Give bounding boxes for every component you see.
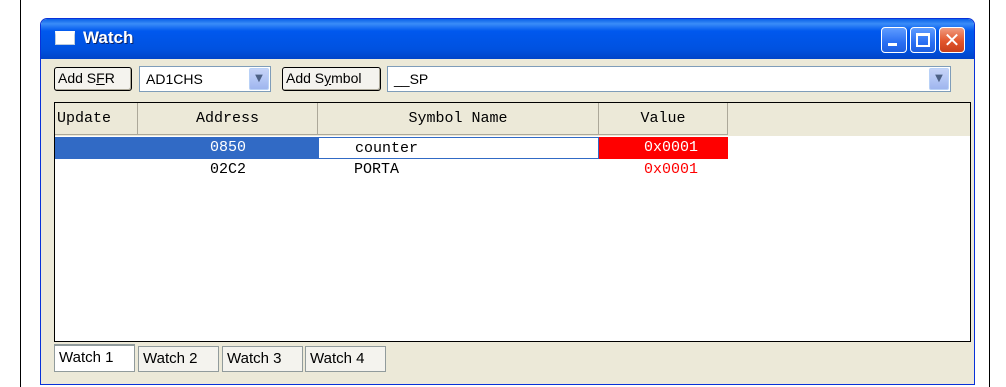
table-row[interactable]: 02C2 PORTA 0x0001	[55, 159, 970, 181]
update-cell	[55, 159, 138, 181]
tab-watch-2[interactable]: Watch 2	[138, 346, 219, 372]
sfr-select[interactable]: AD1CHS ▼	[139, 66, 271, 92]
tab-watch-3[interactable]: Watch 3	[222, 346, 303, 372]
grid-header: Update Address Symbol Name Value	[55, 103, 970, 136]
watch-toolbar: Add SFR AD1CHS ▼ Add Symbol __SP ▼	[41, 59, 974, 101]
add-symbol-label: Add S	[286, 70, 325, 86]
value-cell[interactable]: 0x0001	[599, 159, 728, 181]
tab-watch-1[interactable]: Watch 1	[54, 344, 135, 372]
add-symbol-label-end: mbol	[331, 70, 362, 86]
value-cell[interactable]: 0x0001	[599, 137, 728, 159]
maximize-icon	[916, 33, 930, 47]
window-icon	[55, 31, 75, 45]
watch-grid: Update Address Symbol Name Value 0850 co…	[54, 102, 971, 342]
close-button[interactable]: ✕	[939, 27, 965, 53]
column-header-update[interactable]: Update	[55, 103, 138, 135]
column-header-address[interactable]: Address	[138, 103, 318, 135]
maximize-button[interactable]	[910, 27, 936, 53]
sfr-select-value: AD1CHS	[146, 71, 203, 87]
chevron-down-icon[interactable]: ▼	[929, 68, 949, 90]
symbol-name-cell[interactable]: counter	[318, 137, 599, 159]
update-cell	[55, 137, 138, 159]
add-symbol-button[interactable]: Add Symbol	[282, 67, 381, 91]
address-cell: 0850	[138, 137, 318, 159]
tab-watch-4[interactable]: Watch 4	[305, 346, 386, 372]
watch-window: Watch ✕ Add SFR AD1CHS ▼ Add Symbol __SP…	[40, 18, 975, 385]
window-title: Watch	[83, 28, 134, 47]
add-sfr-button[interactable]: Add SFR	[54, 67, 132, 91]
symbol-select[interactable]: __SP ▼	[387, 66, 951, 92]
minimize-button[interactable]	[881, 27, 907, 53]
symbol-name-cell[interactable]: PORTA	[318, 159, 599, 181]
symbol-select-value: __SP	[394, 71, 429, 87]
figure-frame-left	[20, 0, 21, 387]
add-sfr-label-end: R	[104, 70, 115, 86]
close-icon: ✕	[943, 28, 961, 52]
column-header-value[interactable]: Value	[599, 103, 728, 135]
table-row[interactable]: 0850 counter 0x0001	[55, 137, 970, 159]
address-cell: 02C2	[209, 161, 246, 178]
watch-tabs: Watch 1 Watch 2 Watch 3 Watch 4	[54, 344, 954, 372]
minimize-icon	[888, 43, 897, 46]
figure-frame-right	[989, 0, 990, 387]
add-sfr-label: Add S	[58, 70, 97, 86]
add-sfr-accel: F	[96, 70, 105, 86]
column-header-symbol-name[interactable]: Symbol Name	[318, 103, 599, 135]
chevron-down-icon[interactable]: ▼	[249, 68, 269, 90]
title-bar[interactable]: Watch ✕	[41, 19, 974, 59]
